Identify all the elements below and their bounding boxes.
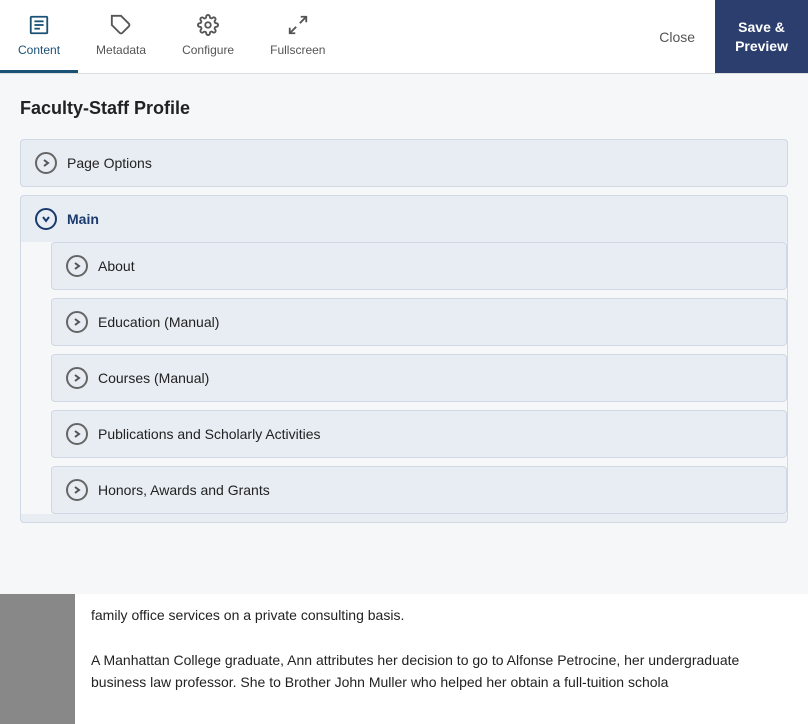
- toolbar-spacer: [343, 0, 639, 73]
- expand-icon-education: [66, 311, 88, 333]
- accordion-education-label: Education (Manual): [98, 314, 219, 330]
- accordion-publications[interactable]: Publications and Scholarly Activities: [51, 410, 787, 458]
- toolbar: Content Metadata Configure: [0, 0, 808, 74]
- accordion-honors[interactable]: Honors, Awards and Grants: [51, 466, 787, 514]
- preview-text-2: A Manhattan College graduate, Ann attrib…: [91, 649, 792, 694]
- tab-metadata[interactable]: Metadata: [78, 0, 164, 73]
- accordion-courses-label: Courses (Manual): [98, 370, 209, 386]
- accordion-courses[interactable]: Courses (Manual): [51, 354, 787, 402]
- accordion-main-children: About Education (Manual): [21, 242, 787, 514]
- accordion-page-options[interactable]: Page Options: [20, 139, 788, 187]
- accordion-about-label: About: [98, 258, 135, 274]
- accordion-education[interactable]: Education (Manual): [51, 298, 787, 346]
- accordion-about[interactable]: About: [51, 242, 787, 290]
- tab-fullscreen-label: Fullscreen: [270, 43, 325, 57]
- expand-icon-page-options: [35, 152, 57, 174]
- accordion-main-label: Main: [67, 211, 99, 227]
- expand-icon-courses: [66, 367, 88, 389]
- tab-metadata-label: Metadata: [96, 43, 146, 57]
- accordion-honors-header[interactable]: Honors, Awards and Grants: [52, 467, 786, 513]
- tab-content[interactable]: Content: [0, 0, 78, 73]
- content-area: Faculty-Staff Profile Page Options Main: [0, 74, 808, 594]
- accordion-page-options-header[interactable]: Page Options: [21, 140, 787, 186]
- save-preview-button[interactable]: Save & Preview: [715, 0, 808, 73]
- accordion-main[interactable]: Main About: [20, 195, 788, 523]
- accordion-courses-header[interactable]: Courses (Manual): [52, 355, 786, 401]
- fullscreen-icon: [287, 14, 309, 39]
- expand-icon-main: [35, 208, 57, 230]
- close-button[interactable]: Close: [639, 0, 715, 73]
- accordion-page-options-label: Page Options: [67, 155, 152, 171]
- expand-icon-honors: [66, 479, 88, 501]
- tab-configure-label: Configure: [182, 43, 234, 57]
- tab-fullscreen[interactable]: Fullscreen: [252, 0, 343, 73]
- configure-icon: [197, 14, 219, 39]
- accordion-publications-label: Publications and Scholarly Activities: [98, 426, 321, 442]
- expand-icon-about: [66, 255, 88, 277]
- accordion-main-header[interactable]: Main: [21, 196, 787, 242]
- preview-content: family office services on a private cons…: [75, 594, 808, 724]
- content-icon: [28, 14, 50, 39]
- page-title: Faculty-Staff Profile: [20, 98, 788, 119]
- metadata-icon: [110, 14, 132, 39]
- tab-content-label: Content: [18, 43, 60, 57]
- accordion-publications-header[interactable]: Publications and Scholarly Activities: [52, 411, 786, 457]
- accordion-about-header[interactable]: About: [52, 243, 786, 289]
- accordion-education-header[interactable]: Education (Manual): [52, 299, 786, 345]
- tab-configure[interactable]: Configure: [164, 0, 252, 73]
- accordion-honors-label: Honors, Awards and Grants: [98, 482, 270, 498]
- preview-text-1: family office services on a private cons…: [91, 604, 792, 626]
- preview-area: family office services on a private cons…: [0, 594, 808, 724]
- save-preview-label: Save & Preview: [735, 18, 788, 54]
- expand-icon-publications: [66, 423, 88, 445]
